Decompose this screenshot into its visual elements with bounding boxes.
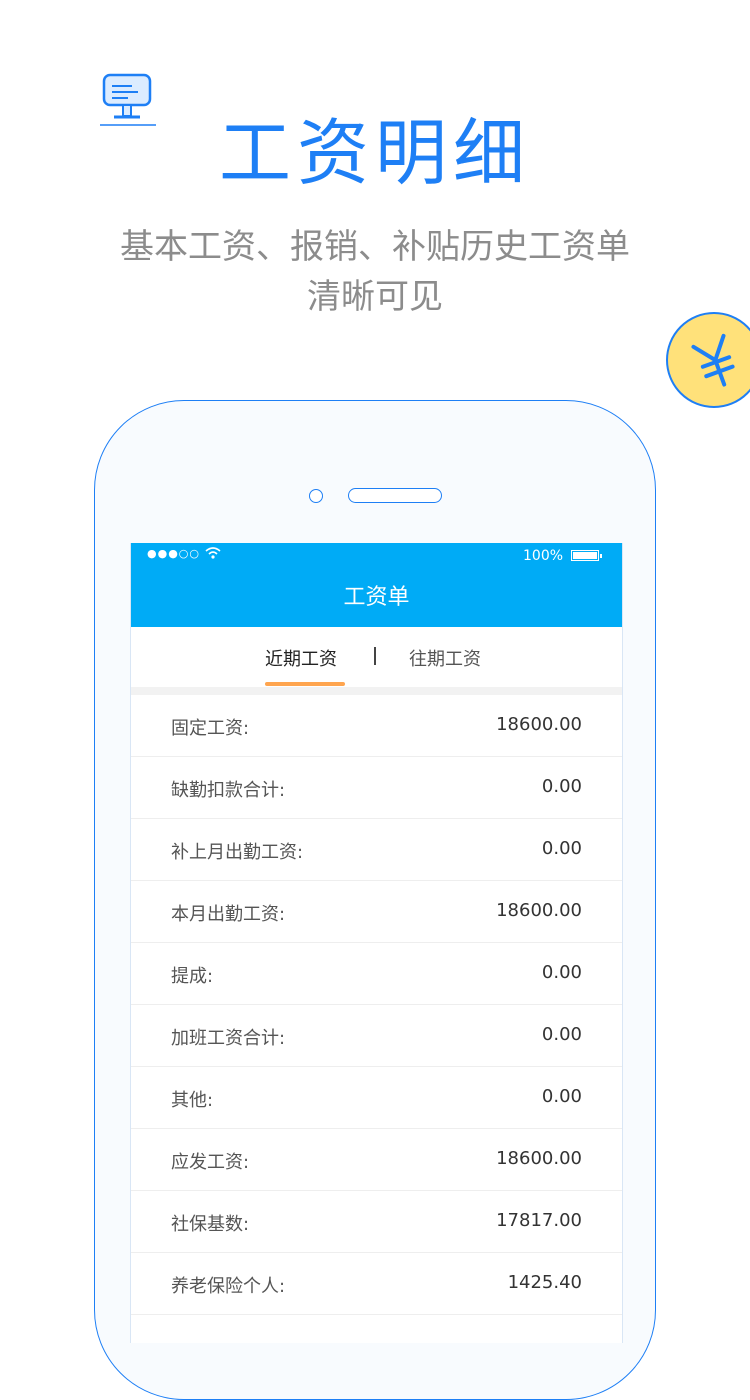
row-label: 应发工资: — [171, 1152, 250, 1173]
active-tab-indicator — [265, 682, 345, 686]
hero-subtitle-line2: 清晰可见 — [307, 277, 443, 317]
tab-bar: 近期工资 往期工资 — [131, 627, 622, 687]
row-value: 17817.00 — [496, 1210, 582, 1231]
hero-title: 工资明细 — [218, 111, 531, 195]
row-label: 补上月出勤工资: — [171, 842, 304, 863]
tab-divider — [374, 647, 376, 665]
row-value: 18600.00 — [496, 714, 582, 735]
salary-row: 固定工资: 18600.00 — [131, 695, 622, 757]
salary-row: 其他: 0.00 — [131, 1067, 622, 1129]
salary-row: 应发工资: 18600.00 — [131, 1129, 622, 1191]
signal-indicator: ●●●○○ — [147, 547, 200, 560]
hero-subtitle-line1: 基本工资、报销、补贴历史工资单 — [120, 227, 630, 267]
row-value: 0.00 — [541, 1086, 582, 1107]
row-label: 本月出勤工资: — [171, 904, 286, 925]
battery-icon — [571, 550, 602, 561]
phone-speaker — [348, 488, 442, 503]
salary-row: 养老保险个人: 1425.40 — [131, 1253, 622, 1315]
salary-row: 本月出勤工资: 18600.00 — [131, 881, 622, 943]
row-value: 0.00 — [541, 838, 582, 859]
yen-badge — [666, 312, 750, 408]
tab-past-salary[interactable]: 往期工资 — [409, 645, 481, 671]
nav-bar: 工资单 — [131, 569, 622, 627]
row-value: 0.00 — [541, 962, 582, 983]
row-label: 社保基数: — [171, 1214, 250, 1235]
row-value: 1425.40 — [507, 1272, 582, 1293]
yen-icon — [691, 333, 735, 387]
row-value: 0.00 — [541, 1024, 582, 1045]
row-label: 提成: — [171, 966, 214, 987]
row-label: 加班工资合计: — [171, 1028, 286, 1049]
row-label: 固定工资: — [171, 718, 250, 739]
salary-list: 固定工资: 18600.00 缺勤扣款合计: 0.00 补上月出勤工资: 0.00 本… — [131, 695, 622, 1315]
phone-screen: ●●●○○ 100% 工资单 近期工资 往期工资 固定工资: 18600.00 缺… — [130, 543, 623, 1343]
battery-percent: 100% — [523, 548, 564, 564]
salary-row: 缺勤扣款合计: 0.00 — [131, 757, 622, 819]
salary-row: 补上月出勤工资: 0.00 — [131, 819, 622, 881]
salary-row: 加班工资合计: 0.00 — [131, 1005, 622, 1067]
section-gap — [131, 687, 622, 695]
row-value: 18600.00 — [496, 1148, 582, 1169]
phone-camera — [309, 489, 323, 503]
row-label: 缺勤扣款合计: — [171, 780, 286, 801]
row-label: 养老保险个人: — [171, 1276, 286, 1297]
salary-row: 社保基数: 17817.00 — [131, 1191, 622, 1253]
row-label: 其他: — [171, 1090, 214, 1111]
status-bar: ●●●○○ 100% — [131, 543, 622, 569]
tab-recent-salary[interactable]: 近期工资 — [265, 645, 337, 671]
row-value: 0.00 — [541, 776, 582, 797]
wifi-icon — [205, 547, 221, 563]
nav-title: 工资单 — [343, 585, 410, 610]
salary-row: 提成: 0.00 — [131, 943, 622, 1005]
row-value: 18600.00 — [496, 900, 582, 921]
